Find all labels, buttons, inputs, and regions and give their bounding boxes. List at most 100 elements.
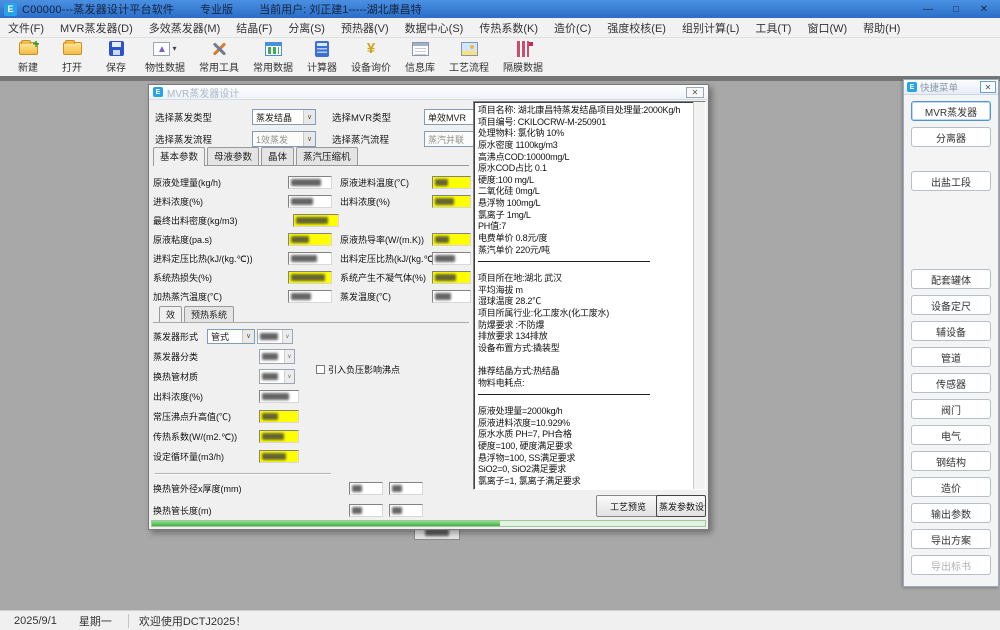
circulation-input[interactable] [259, 450, 299, 463]
dialog-tabstrip: 基本参数母液参数晶体蒸汽压缩机 [153, 149, 469, 166]
quick-btn-tanks[interactable]: 配套罐体 [911, 269, 991, 289]
masked-value [262, 353, 278, 360]
bpe-input[interactable] [259, 410, 299, 423]
htc-input[interactable] [259, 430, 299, 443]
tab-crystal[interactable]: 晶体 [261, 147, 294, 165]
feed-temp-label: 原液进料温度(℃) [340, 176, 432, 189]
menu-item-3[interactable]: 结晶(F) [228, 18, 280, 38]
save-icon [109, 41, 124, 56]
menu-item-2[interactable]: 多效蒸发器(M) [141, 18, 229, 38]
menu-item-1[interactable]: MVR蒸发器(D) [52, 18, 141, 38]
quick-menu-close-icon[interactable]: ✕ [980, 81, 996, 93]
toolbar-process-button[interactable]: 工艺流程 [449, 39, 489, 74]
masked-value [392, 485, 402, 492]
quick-btn-export-tender[interactable]: 导出标书 [911, 555, 991, 575]
menu-item-13[interactable]: 帮助(H) [855, 18, 908, 38]
quick-btn-sensors[interactable]: 传感器 [911, 373, 991, 393]
info-scrollbar[interactable] [693, 102, 705, 489]
tab-basic-params[interactable]: 基本参数 [153, 147, 205, 166]
feed-conc-input[interactable] [288, 195, 332, 208]
menu-item-7[interactable]: 传热系数(K) [471, 18, 546, 38]
steam-temp-input[interactable] [288, 290, 332, 303]
info-divider [478, 261, 703, 273]
toolbar-tools-button[interactable]: 常用工具 [199, 39, 239, 74]
project-info-panel[interactable]: 项目名称: 湖北康昌特蒸发结晶项目处理量:2000Kg/h项目编号: CKILO… [473, 101, 706, 490]
chevron-down-icon[interactable]: ▾ [172, 44, 176, 53]
toolbar-calculator-button[interactable]: 计算器 [307, 39, 337, 74]
liquor-conc-input[interactable] [259, 390, 299, 403]
quick-btn-steel-structure[interactable]: 钢结构 [911, 451, 991, 471]
menu-item-8[interactable]: 造价(C) [546, 18, 599, 38]
menu-item-0[interactable]: 文件(F) [0, 18, 52, 38]
menu-item-10[interactable]: 组别计算(L) [674, 18, 747, 38]
subtab-effect[interactable]: 效 [159, 306, 182, 323]
evaporator-form-secondary-select[interactable]: ∨ [257, 329, 293, 344]
menu-item-12[interactable]: 窗口(W) [799, 18, 855, 38]
quick-btn-export-scheme[interactable]: 导出方案 [911, 529, 991, 549]
quick-btn-aux-equipment[interactable]: 辅设备 [911, 321, 991, 341]
menu-item-5[interactable]: 预热器(V) [333, 18, 397, 38]
quick-btn-cost[interactable]: 造价 [911, 477, 991, 497]
toolbar-membrane-button[interactable]: 隔膜数据 [503, 39, 543, 74]
feed-cp-input[interactable] [288, 252, 332, 265]
toolbar-open-button[interactable]: 打开 [57, 39, 87, 74]
viscosity-label: 原液粘度(pa.s) [153, 233, 288, 246]
toolbar-info-lib-button[interactable]: 信息库 [405, 39, 435, 74]
menu-bar: 文件(F)MVR蒸发器(D)多效蒸发器(M)结晶(F)分离(S)预热器(V)数据… [0, 18, 1000, 38]
toolbar-quote-button[interactable]: ¥设备询价 [351, 39, 391, 74]
tab-mother-liquor[interactable]: 母液参数 [207, 147, 259, 165]
info-line-17: 项目所属行业:化工废水(化工废水) [478, 308, 703, 320]
menu-item-9[interactable]: 强度校核(E) [599, 18, 674, 38]
heat-loss-input[interactable] [288, 271, 332, 284]
menu-item-6[interactable]: 数据中心(S) [397, 18, 472, 38]
ncg-ratio-label: 系统产生不凝气体(%) [340, 271, 432, 284]
evaporator-class-select[interactable]: ∨ [259, 349, 295, 364]
vacuum-boiling-checkbox[interactable]: 引入负压影响沸点 [316, 363, 400, 376]
maximize-button[interactable]: □ [942, 0, 970, 18]
tube-od-thk-input-1[interactable] [349, 482, 383, 495]
quick-btn-separator[interactable]: 分离器 [911, 127, 991, 147]
quick-btn-equipment-sizing[interactable]: 设备定尺 [911, 295, 991, 315]
tube-length-input-2[interactable] [389, 504, 423, 517]
toolbar-common-data-button[interactable]: 常用数据 [253, 39, 293, 74]
minimize-button[interactable]: — [914, 0, 942, 18]
info-line-26: 原液进料浓度=10.929% [478, 418, 703, 430]
ncg-ratio-input[interactable] [432, 271, 471, 284]
close-button[interactable]: ✕ [970, 0, 998, 18]
quick-btn-piping[interactable]: 管道 [911, 347, 991, 367]
evaporation-design-button[interactable]: 蒸发参数设计 [656, 495, 706, 517]
final-density-input[interactable] [293, 214, 339, 227]
masked-value [260, 333, 278, 340]
feed-rate-input[interactable] [288, 176, 332, 189]
conductivity-input[interactable] [432, 233, 471, 246]
dialog-close-icon[interactable]: ✕ [686, 87, 704, 98]
feed-cp-label: 进料定压比热(kJ/(kg.℃)) [153, 252, 288, 265]
out-conc-input[interactable] [432, 195, 471, 208]
evap-flow-select[interactable]: 1效蒸发∨ [252, 131, 316, 147]
subtab-preheat-system[interactable]: 预热系统 [184, 306, 234, 323]
tube-od-thk-input-2[interactable] [389, 482, 423, 495]
menu-item-4[interactable]: 分离(S) [280, 18, 333, 38]
quick-btn-salt-section[interactable]: 出盐工段 [911, 171, 991, 191]
quick-btn-electrical[interactable]: 电气 [911, 425, 991, 445]
toolbar-props-button[interactable]: ▾物性数据 [145, 39, 185, 74]
tab-steam-compressor[interactable]: 蒸汽压缩机 [296, 147, 358, 165]
tube-length-input-1[interactable] [349, 504, 383, 517]
evaporator-form-select[interactable]: 管式∨ [207, 329, 255, 344]
viscosity-input[interactable] [288, 233, 332, 246]
info-line-2: 处理物料: 氯化钠 10% [478, 128, 703, 140]
quick-btn-output-params[interactable]: 输出参数 [911, 503, 991, 523]
evap-temp-input[interactable] [432, 290, 471, 303]
menu-item-11[interactable]: 工具(T) [747, 18, 799, 38]
evap-temp-label: 蒸发温度(℃) [340, 290, 432, 303]
quick-btn-mvr-evaporator[interactable]: MVR蒸发器 [911, 101, 991, 121]
evap-type-select[interactable]: 蒸发结晶∨ [252, 109, 316, 125]
sub-tabstrip: 效预热系统 [159, 307, 236, 323]
out-cp-input[interactable] [432, 252, 471, 265]
toolbar-new-button[interactable]: 新建 [13, 39, 43, 74]
toolbar-save-button[interactable]: 保存 [101, 39, 131, 74]
quick-btn-valves[interactable]: 阀门 [911, 399, 991, 419]
feed-temp-input[interactable] [432, 176, 471, 189]
tube-material-select[interactable]: ∨ [259, 369, 295, 384]
process-preview-button[interactable]: 工艺预览 [596, 495, 660, 517]
